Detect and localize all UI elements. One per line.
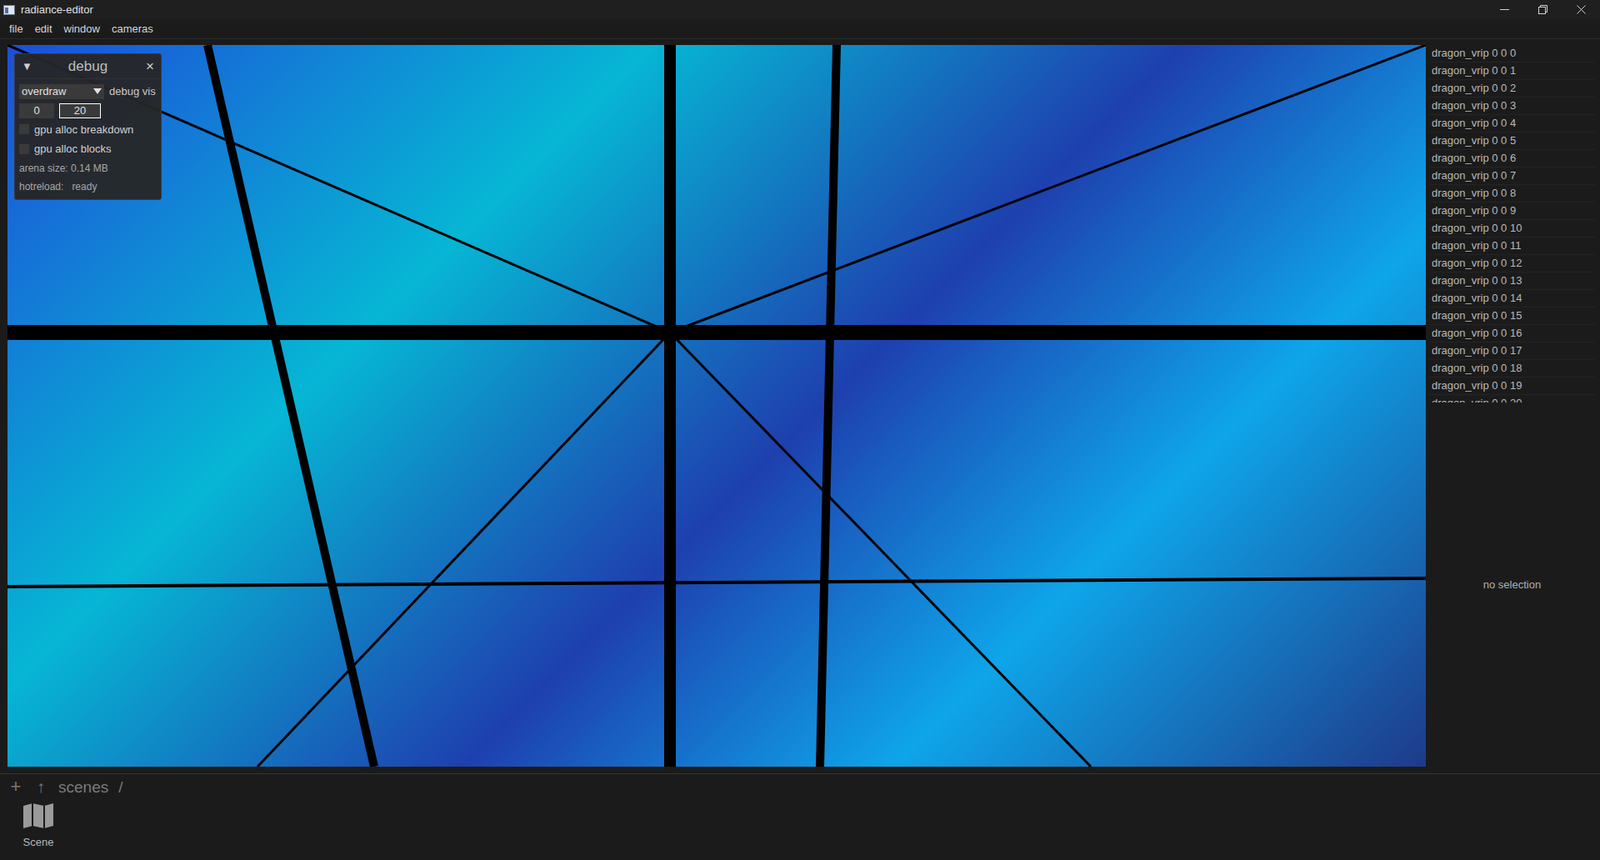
outliner-item[interactable]: dragon_vrip 0 0 7	[1429, 167, 1595, 185]
debug-window[interactable]: ▼debug× overdraw debug vis gpu alloc breakd…	[14, 53, 162, 200]
outliner-item-label: dragon_vrip 0 0 20	[1431, 395, 1522, 403]
hotreload-row: hotreload: ready	[19, 179, 157, 195]
collapse-button[interactable]: ▼	[21, 58, 34, 75]
asset-items: Scene	[0, 799, 1600, 851]
outliner-item[interactable]: dragon_vrip 0 0 15	[1429, 307, 1595, 325]
outliner-item[interactable]: dragon_vrip 0 0 4	[1429, 115, 1595, 133]
window-control-button[interactable]	[1485, 0, 1524, 20]
outliner-item-label: dragon_vrip 0 0 3	[1431, 97, 1516, 115]
window-control-button[interactable]	[1523, 0, 1562, 20]
mode-row: overdraw debug vis	[19, 83, 157, 100]
outliner-item-label: dragon_vrip 0 0 10	[1431, 220, 1522, 237]
outliner-item-label: dragon_vrip 0 0 12	[1431, 255, 1522, 272]
debug-title: debug	[33, 55, 143, 78]
outliner-item[interactable]: dragon_vrip 0 0 17	[1429, 342, 1595, 360]
path-segment[interactable]: /	[118, 779, 123, 795]
outliner-item[interactable]: dragon_vrip 0 0 0	[1429, 45, 1595, 63]
checkbox-label: gpu alloc blocks	[34, 140, 112, 158]
outliner-item[interactable]: dragon_vrip 0 0 8	[1429, 185, 1595, 203]
menu-item[interactable]: edit	[35, 20, 53, 38]
outliner-item-label: dragon_vrip 0 0 19	[1431, 377, 1522, 395]
outliner-item-label: dragon_vrip 0 0 11	[1431, 237, 1521, 255]
outliner-item[interactable]: dragon_vrip 0 0 9	[1429, 202, 1595, 220]
asset-toolbar: + ↑ scenes /	[0, 774, 1600, 800]
outliner-item-label: dragon_vrip 0 0 4	[1431, 115, 1516, 132]
viewport-render	[7, 45, 1426, 767]
viewport[interactable]: ▼debug× overdraw debug vis gpu alloc breakd…	[7, 45, 1426, 767]
debug-header: ▼debug×	[15, 54, 161, 80]
app-icon	[2, 4, 16, 16]
close-icon	[1576, 5, 1586, 15]
outliner-item-label: dragon_vrip 0 0 1	[1431, 62, 1516, 80]
range-field[interactable]	[19, 103, 55, 119]
outliner-item[interactable]: dragon_vrip 0 0 6	[1429, 150, 1595, 168]
outliner-item[interactable]: dragon_vrip 0 0 12	[1429, 255, 1595, 273]
outliner-item-label: dragon_vrip 0 0 16	[1431, 325, 1522, 342]
arena-size: arena size: 0.14 MB	[19, 160, 157, 176]
menu-item[interactable]: file	[9, 20, 24, 38]
close-button[interactable]: ×	[142, 59, 155, 74]
outliner-item[interactable]: dragon_vrip 0 0 5	[1429, 132, 1595, 150]
range-row	[19, 103, 157, 119]
outliner-item[interactable]: dragon_vrip 0 0 2	[1429, 80, 1595, 98]
debug-body: overdraw debug vis gpu alloc breakdowngpu …	[15, 79, 161, 195]
asset-item[interactable]: Scene	[15, 802, 62, 851]
up-button[interactable]: ↑	[33, 778, 49, 795]
outliner-item[interactable]: dragon_vrip 0 0 20	[1429, 395, 1595, 403]
menu-bar: file edit window cameras	[0, 19, 1600, 40]
outliner-item[interactable]: dragon_vrip 0 0 18	[1429, 360, 1595, 378]
window-control-button[interactable]	[1561, 0, 1600, 20]
outliner-item-label: dragon_vrip 0 0 14	[1431, 290, 1522, 307]
outliner-item[interactable]: dragon_vrip 0 0 13	[1429, 272, 1595, 290]
outliner-list: dragon_vrip 0 0 0dragon_vrip 0 0 1dragon…	[1429, 45, 1595, 403]
mode-dropdown[interactable]: overdraw	[19, 84, 105, 100]
outliner-item-label: dragon_vrip 0 0 6	[1431, 150, 1516, 167]
main-area: ▼debug× overdraw debug vis gpu alloc breakd…	[0, 45, 1600, 767]
path-segment[interactable]: scenes	[58, 779, 109, 795]
outliner-item-label: dragon_vrip 0 0 13	[1431, 272, 1522, 290]
outliner-item[interactable]: dragon_vrip 0 0 3	[1429, 97, 1595, 115]
outliner-item[interactable]: dragon_vrip 0 0 16	[1429, 325, 1595, 343]
mode-value: overdraw	[21, 85, 66, 97]
selection-text: no selection	[1483, 576, 1541, 594]
checkbox-row[interactable]: gpu alloc blocks	[19, 140, 157, 158]
outliner-panel: dragon_vrip 0 0 0dragon_vrip 0 0 1dragon…	[1425, 45, 1600, 767]
checkbox-row[interactable]: gpu alloc breakdown	[19, 121, 157, 139]
hotreload-status: ready	[71, 179, 97, 195]
mode-label: debug vis	[109, 83, 156, 100]
outliner-item[interactable]: dragon_vrip 0 0 14	[1429, 290, 1595, 308]
selection-area: no selection	[1429, 402, 1595, 767]
outliner-item-label: dragon_vrip 0 0 8	[1431, 185, 1516, 202]
range-field[interactable]	[59, 103, 101, 119]
checkbox[interactable]	[19, 124, 30, 135]
outliner-item[interactable]: dragon_vrip 0 0 19	[1429, 377, 1595, 395]
outliner-item-label: dragon_vrip 0 0 9	[1431, 202, 1516, 220]
dropdown-arrow-icon	[93, 88, 102, 95]
outliner-item[interactable]: dragon_vrip 0 0 10	[1429, 220, 1595, 238]
minimize-icon	[1500, 5, 1510, 15]
restore-icon	[1538, 5, 1548, 15]
hotreload-label: hotreload:	[19, 179, 64, 195]
window-controls	[1485, 0, 1600, 20]
checkbox[interactable]	[19, 144, 30, 155]
outliner-item-label: dragon_vrip 0 0 5	[1431, 132, 1516, 150]
outliner-item-label: dragon_vrip 0 0 17	[1431, 342, 1522, 360]
outliner-item[interactable]: dragon_vrip 0 0 11	[1429, 237, 1595, 255]
checkbox-label: gpu alloc breakdown	[34, 121, 134, 139]
asset-label: Scene	[23, 834, 55, 851]
outliner-item-label: dragon_vrip 0 0 2	[1431, 80, 1516, 97]
add-button[interactable]: +	[8, 777, 24, 796]
outliner-item-label: dragon_vrip 0 0 15	[1431, 307, 1522, 325]
outliner-item-label: dragon_vrip 0 0 0	[1431, 45, 1516, 62]
window-title: radiance-editor	[20, 4, 94, 15]
outliner-item-label: dragon_vrip 0 0 18	[1431, 360, 1522, 377]
menu-item[interactable]: cameras	[111, 20, 154, 38]
map-icon	[22, 802, 55, 830]
title-bar: radiance-editor	[0, 0, 1600, 20]
menu-item[interactable]: window	[64, 20, 100, 38]
outliner-item-label: dragon_vrip 0 0 7	[1431, 167, 1516, 185]
asset-panel: + ↑ scenes / Scene	[0, 773, 1600, 860]
outliner-item[interactable]: dragon_vrip 0 0 1	[1429, 62, 1595, 80]
